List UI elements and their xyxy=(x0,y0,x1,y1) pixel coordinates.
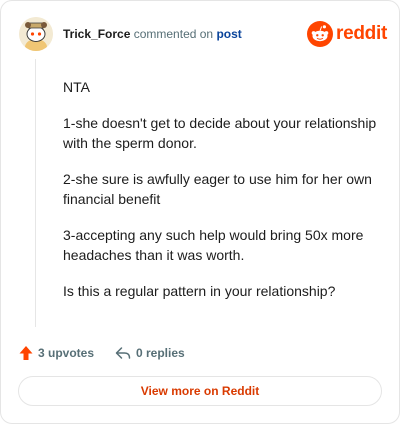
user-avatar-icon[interactable] xyxy=(19,17,53,51)
reply-arrow-icon xyxy=(115,347,131,359)
upvotes-count: 3 upvotes xyxy=(38,346,95,360)
replies-button[interactable]: 0 replies xyxy=(115,343,185,363)
comment-paragraph: Is this a regular pattern in your relati… xyxy=(63,283,336,299)
replies-count: 0 replies xyxy=(136,346,185,360)
comment-meta: Trick_Force commented on post xyxy=(63,26,242,42)
reddit-comment-embed: Trick_Force commented on post reddit NTA… xyxy=(0,0,400,424)
comment-paragraph: NTA xyxy=(63,79,90,95)
comment-body: NTA 1-she doesn't get to decide about yo… xyxy=(63,77,383,317)
view-more-on-reddit-button[interactable]: View more on Reddit xyxy=(18,376,382,406)
comment-paragraph: 3-accepting any such help would bring 50… xyxy=(63,227,364,263)
reddit-logo-icon xyxy=(307,21,333,47)
upvote-arrow-icon xyxy=(19,346,33,360)
thread-line xyxy=(35,59,36,327)
comment-paragraph: 2-she sure is awfully eager to use him f… xyxy=(63,171,372,207)
post-link[interactable]: post xyxy=(216,27,241,41)
commented-on-text: commented on xyxy=(133,27,214,41)
reddit-logo[interactable]: reddit xyxy=(307,21,387,47)
reddit-wordmark: reddit xyxy=(336,23,387,44)
comment-paragraph: 1-she doesn't get to decide about your r… xyxy=(63,115,377,151)
comment-header: Trick_Force commented on post reddit xyxy=(19,17,387,51)
username-link[interactable]: Trick_Force xyxy=(63,27,130,41)
upvote-button[interactable]: 3 upvotes xyxy=(19,343,94,363)
